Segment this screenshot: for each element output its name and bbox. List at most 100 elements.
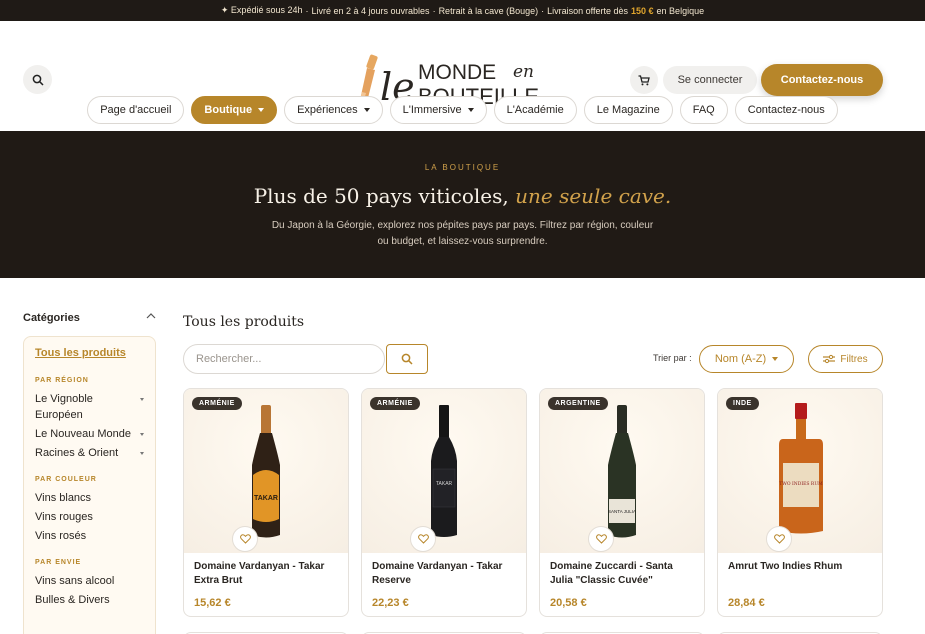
cart-button[interactable] — [630, 66, 658, 94]
search-button[interactable] — [23, 65, 52, 94]
favorite-button[interactable] — [232, 526, 258, 552]
caret-down-icon[interactable] — [140, 433, 144, 436]
category-link[interactable]: Le Vignoble Européen — [35, 391, 144, 423]
caret-down-icon — [467, 108, 474, 112]
category-link[interactable]: Vins rouges — [35, 509, 144, 525]
product-card[interactable]: INDE TWO INDIES RUM Amrut Two Indies Rhu… — [717, 388, 883, 617]
announcement-separator: · — [305, 5, 309, 16]
category-link[interactable]: Racines & Orient — [35, 445, 144, 461]
filters-button[interactable]: Filtres — [808, 345, 883, 373]
nav-item-contact[interactable]: Contactez-nous — [734, 96, 838, 124]
heart-icon — [773, 534, 785, 544]
nav-item-shop[interactable]: Boutique — [191, 96, 278, 124]
favorite-button[interactable] — [766, 526, 792, 552]
product-card[interactable]: ARGENTINE SANTA JULIA Domaine Zuccardi -… — [539, 388, 705, 617]
country-badge: ARMÉNIE — [370, 397, 420, 410]
category-group-label: PAR COULEUR — [35, 476, 97, 483]
hero-title: Plus de 50 pays viticoles, une seule cav… — [0, 184, 925, 208]
product-name[interactable]: Domaine Vardanyan - Takar Reserve — [362, 553, 526, 589]
caret-down-icon — [363, 108, 370, 112]
product-name[interactable]: Domaine Zuccardi - Santa Julia "Classic … — [540, 553, 704, 589]
svg-text:TAKAR: TAKAR — [436, 481, 453, 487]
nav-item-academy[interactable]: L'Académie — [493, 96, 577, 124]
logo-word-en: en — [513, 62, 534, 82]
favorite-button[interactable] — [588, 526, 614, 552]
country-badge: ARMÉNIE — [192, 397, 242, 410]
sort-value: Nom (A-Z) — [714, 353, 767, 365]
nav-item-label: L'Académie — [506, 104, 564, 116]
sort-label: Trier par : — [653, 353, 692, 363]
caret-down-icon — [772, 357, 779, 361]
product-search-input[interactable]: Rechercher... — [183, 344, 385, 374]
heart-icon — [239, 534, 251, 544]
categories-panel: Tous les produits PAR RÉGION Le Vignoble… — [23, 336, 156, 634]
announcement-bar: ✦ Expédié sous 24h · Livré en 2 à 4 jour… — [0, 0, 925, 21]
product-card[interactable]: ARMÉNIE TAKAR Domaine Vardanyan - Takar … — [361, 388, 527, 617]
nav-item-immersive[interactable]: L'Immersive — [389, 96, 487, 124]
hero-subtitle: Du Japon à la Géorgie, explorez nos pépi… — [271, 220, 654, 247]
sparkling-bottle-image: TAKAR — [252, 405, 280, 538]
product-image[interactable]: ARMÉNIE TAKAR — [362, 389, 526, 553]
shop-content: Catégories Tous les produits PAR RÉGION … — [0, 278, 925, 634]
hero-title-accent: une seule cave. — [515, 184, 672, 208]
nav-item-faq[interactable]: FAQ — [679, 96, 728, 124]
category-group-label: PAR ENVIE — [35, 559, 82, 566]
announcement-separator: · — [432, 5, 436, 16]
caret-down-icon[interactable] — [140, 398, 144, 401]
caret-down-icon[interactable] — [140, 452, 144, 455]
svg-text:TAKAR: TAKAR — [254, 495, 278, 502]
cart-icon — [638, 74, 650, 85]
search-submit-button[interactable] — [386, 344, 428, 374]
nav-item-magazine[interactable]: Le Magazine — [583, 96, 673, 124]
categories-header[interactable]: Catégories — [23, 312, 156, 324]
product-image[interactable]: ARGENTINE SANTA JULIA — [540, 389, 704, 553]
category-link[interactable]: Bulles & Divers — [35, 592, 144, 608]
category-link[interactable]: Le Nouveau Monde — [35, 426, 144, 442]
announcement-text: ✦ Expédié sous 24h — [220, 5, 303, 15]
free-shipping-amount: 150 € — [631, 5, 654, 16]
product-image[interactable]: INDE TWO INDIES RUM — [718, 389, 882, 553]
heart-icon — [595, 534, 607, 544]
contact-button[interactable]: Contactez-nous — [761, 64, 883, 96]
red-wine-bottle-image: TAKAR — [431, 405, 457, 537]
product-price: 28,84 € — [728, 597, 765, 609]
announcement-text: Livré en 2 à 4 jours ouvrables — [311, 5, 430, 16]
nav-item-experiences[interactable]: Expériences — [284, 96, 383, 124]
nav-item-label: Page d'accueil — [100, 104, 172, 116]
shop-hero: LA BOUTIQUE Plus de 50 pays viticoles, u… — [0, 131, 925, 278]
main-nav: Page d'accueil Boutique Expériences L'Im… — [0, 96, 925, 124]
category-link[interactable]: Vins rosés — [35, 528, 144, 544]
sparkling-bottle-image: SANTA JULIA — [608, 405, 636, 538]
svg-text:SANTA JULIA: SANTA JULIA — [608, 509, 636, 514]
svg-text:TWO INDIES RUM: TWO INDIES RUM — [779, 481, 823, 487]
announcement-text: en Belgique — [656, 5, 705, 16]
search-icon — [401, 353, 413, 365]
announcement-separator: · — [541, 5, 545, 16]
site-header: le MONDE en BOUTEILLE Se connecter Conta… — [0, 21, 925, 131]
login-button[interactable]: Se connecter — [663, 66, 757, 94]
chevron-up-icon — [146, 313, 156, 319]
nav-item-home[interactable]: Page d'accueil — [87, 96, 185, 124]
filters-label: Filtres — [840, 353, 868, 365]
category-all-products[interactable]: Tous les produits — [35, 347, 144, 359]
product-name[interactable]: Amrut Two Indies Rhum — [718, 553, 882, 589]
caret-down-icon — [258, 108, 265, 112]
product-name[interactable]: Domaine Vardanyan - Takar Extra Brut — [184, 553, 348, 589]
category-link-label: Le Nouveau Monde — [35, 428, 132, 440]
favorite-button[interactable] — [410, 526, 436, 552]
product-image[interactable]: ARMÉNIE TAKAR — [184, 389, 348, 553]
category-group-label: PAR RÉGION — [35, 377, 89, 384]
search-icon — [32, 74, 44, 86]
logo-word-monde: MONDE — [418, 61, 496, 84]
country-badge: INDE — [726, 397, 759, 410]
sliders-icon — [823, 354, 836, 364]
category-link[interactable]: Vins blancs — [35, 490, 144, 506]
announcement-text: Retrait à la cave (Bouge) — [438, 5, 539, 16]
category-link[interactable]: Vins sans alcool — [35, 573, 144, 589]
nav-item-label: Expériences — [297, 104, 358, 116]
heart-icon — [417, 534, 429, 544]
product-price: 15,62 € — [194, 597, 231, 609]
category-link-label: Racines & Orient — [35, 447, 119, 459]
sort-select[interactable]: Nom (A-Z) — [699, 345, 794, 373]
product-card[interactable]: ARMÉNIE TAKAR Domaine Vardanyan - Takar … — [183, 388, 349, 617]
